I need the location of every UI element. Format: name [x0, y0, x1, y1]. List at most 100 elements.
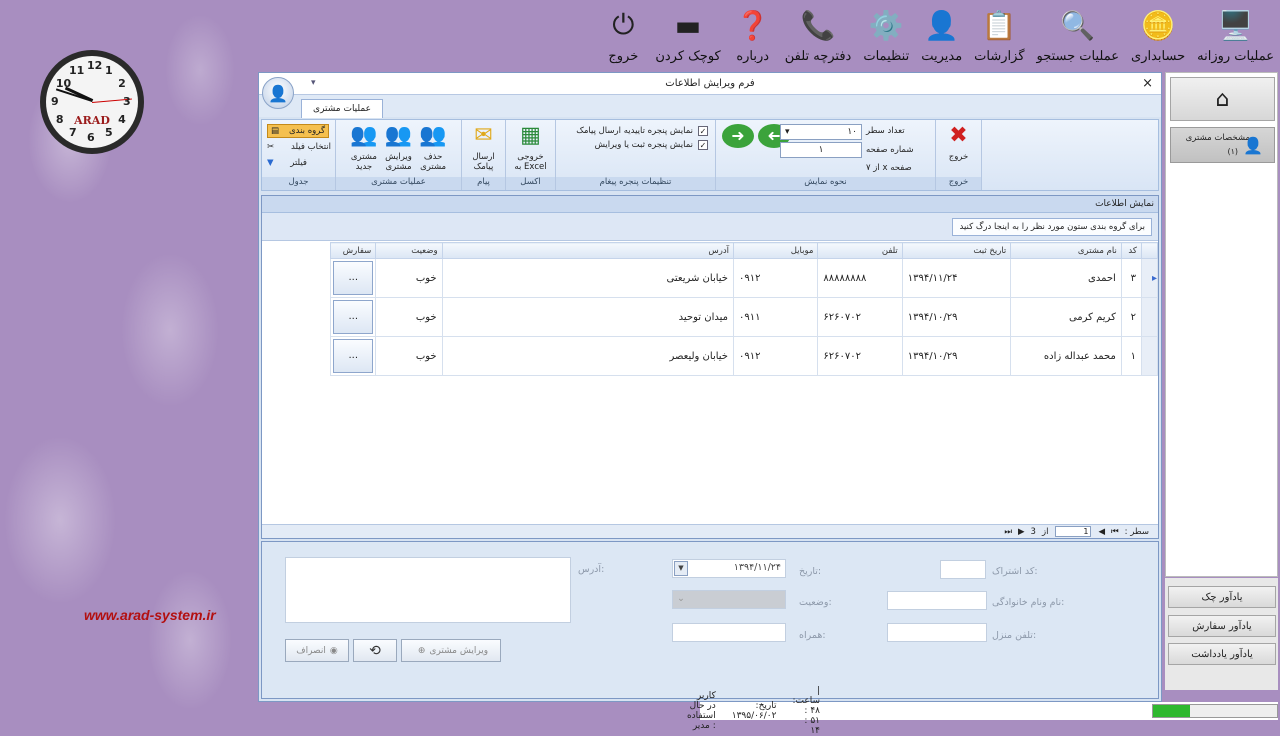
date-input[interactable]: ▼ ۱۳۹۴/۱۱/۲۴ [672, 559, 786, 578]
new-customer-button[interactable]: 👥 مشتری جدید [350, 122, 377, 172]
tab-customer-ops[interactable]: عملیات مشتری [301, 99, 383, 118]
sms-confirm-checkbox[interactable]: ✓ نمایش پنجره تاییدیه ارسال پیامک [563, 126, 708, 136]
reminder-note-button[interactable]: یادآور یادداشت [1168, 643, 1276, 665]
ribbon-group-message-settings: ✓ نمایش پنجره تاییدیه ارسال پیامک ✓ نمایش … [556, 120, 716, 190]
right-side-panel: ⌂ مشخصات مشتری (۱) 👤 [1165, 72, 1278, 577]
col-header-order[interactable]: سفارش [329, 242, 377, 259]
send-sms-button[interactable]: ✉ ارسال پیامک [472, 122, 494, 172]
cancel-button[interactable]: انصراف ◉ [285, 639, 349, 662]
home-button[interactable]: ⌂ [1170, 77, 1275, 121]
table-row[interactable]: ۲ کریم کرمی ۱۳۹۴/۱۰/۲۹ ۶۲۶۰۷۰۲ ۰۹۱۱ میدان توح… [329, 297, 1159, 337]
address-textarea[interactable] [285, 557, 571, 623]
prev-row-icon[interactable]: ◀ [1098, 527, 1105, 537]
mobile-input[interactable] [672, 623, 786, 642]
last-page-icon[interactable]: ⏭ [1004, 527, 1012, 537]
export-excel-button[interactable]: ▦ خروجی به Excel [514, 122, 546, 172]
app-orb-avatar-icon[interactable]: 👤 [262, 77, 294, 109]
register-window-checkbox[interactable]: ✓ نمایش پنجره ثبت یا ویرایش [563, 140, 708, 150]
table-header-row: کد نام مشتری تاریخ ثبت تلفن موبایل آدرس … [329, 242, 1159, 259]
filter-icon: ▼ [267, 158, 274, 168]
cell-date: ۱۳۹۴/۱۱/۲۴ [901, 258, 1012, 298]
clock-number: 4 [118, 113, 126, 126]
cell-date: ۱۳۹۴/۱۰/۲۹ [901, 336, 1012, 376]
row-selector[interactable]: ▸ [1140, 258, 1159, 298]
col-header-mobile[interactable]: موبایل [732, 242, 819, 259]
first-page-icon[interactable]: ⏮ [1111, 527, 1119, 537]
order-details-button[interactable]: ... [333, 300, 374, 334]
cell-mobile: ۰۹۱۱ [732, 297, 819, 337]
manager-icon: 👤 [924, 8, 960, 42]
next-row-icon[interactable]: ▶ [1018, 527, 1025, 537]
refresh-button[interactable]: ⟲ [353, 639, 397, 662]
top-menu-item-report[interactable]: 📋 گزارشات [968, 0, 1030, 68]
edit-customer-button[interactable]: 👥 ویرایش مشتری [385, 122, 412, 172]
exit-button[interactable]: ✖ خروج [949, 122, 969, 162]
home-phone-input[interactable] [887, 623, 987, 642]
col-header-date[interactable]: تاریخ ثبت [901, 242, 1012, 259]
row-selector[interactable] [1140, 297, 1159, 337]
top-menu-item-power[interactable]: ⏻ خروج [597, 0, 649, 68]
order-details-button[interactable]: ... [333, 339, 374, 373]
pager-current-input[interactable]: 1 [1055, 526, 1092, 537]
customer-spec-button[interactable]: مشخصات مشتری (۱) 👤 [1170, 127, 1275, 163]
col-header-address[interactable]: آدرس [441, 242, 734, 259]
status-label: وضعیت: [799, 597, 832, 608]
ribbon-group-display: ➜ ➜ ▾ ۱۰ تعداد سطر ۱ شماره صفحه ۷ از x صف… [716, 120, 936, 190]
col-header-code[interactable]: کد [1120, 242, 1142, 259]
clock-number: 9 [51, 95, 59, 108]
reminder-check-button[interactable]: یادآور چک [1168, 586, 1276, 608]
top-menu-item-coins[interactable]: 🪙 حسابداری [1125, 0, 1191, 68]
page-number-input[interactable]: ۱ [780, 142, 862, 158]
row-selector[interactable] [1140, 336, 1159, 376]
rows-count-label: تعداد سطر [866, 126, 905, 136]
clock-number: 6 [87, 131, 95, 144]
filter-button[interactable]: ▼ فیلتر [267, 156, 307, 170]
col-header-status[interactable]: وضعیت [375, 242, 443, 259]
quick-access-dropdown[interactable]: ▾ [311, 78, 316, 88]
customer-icon: 👤 [1243, 136, 1263, 155]
rows-count-select[interactable]: ▾ ۱۰ [780, 124, 862, 140]
window-title: فرم ویرایش اطلاعات [665, 78, 755, 89]
top-menu-item-minimize[interactable]: ▬ کوچک کردن [649, 0, 726, 68]
family-input[interactable] [887, 591, 987, 610]
clock-number: 3 [123, 95, 131, 108]
field-select-button[interactable]: ✂ انتخاب فیلد [267, 140, 331, 154]
clock-number: 10 [55, 77, 72, 90]
edit-customer-form-button[interactable]: ⊕ ویرایش مشتری [401, 639, 501, 662]
sub-code-input[interactable] [940, 560, 986, 579]
top-menu-item-manager[interactable]: 👤 مدیریت [915, 0, 968, 68]
cell-address: خیابان ولیعصر [441, 336, 734, 376]
table-row[interactable]: ۱ محمد عبداله زاده ۱۳۹۴/۱۰/۲۹ ۶۲۶۰۷۰۲ ۰۹۱۲ خی… [329, 336, 1159, 376]
clock-number: 11 [69, 63, 85, 77]
group-label-message: پیام [462, 177, 505, 190]
grid-panel-title: نمایش اطلاعات [262, 196, 1158, 213]
next-page-arrow-icon[interactable]: ➜ [722, 124, 754, 148]
group-label-display: نحوه نمایش [716, 177, 935, 190]
col-header-name[interactable]: نام مشتری [1010, 242, 1122, 259]
top-menu-item-phone[interactable]: 📞 دفترچه تلفن [779, 0, 858, 68]
top-menu-item-help[interactable]: ❓ درباره [727, 0, 779, 68]
delete-customer-button[interactable]: 👥 حذف مشتری [419, 122, 446, 172]
grouping-button[interactable]: ▤ گروه بندی [267, 124, 329, 138]
status-select[interactable]: ⌄ [672, 590, 786, 609]
close-icon[interactable]: × [1142, 76, 1153, 91]
gear-icon: ⚙️ [868, 8, 904, 42]
cell-code: ۱ [1120, 336, 1142, 376]
pager-total: 3 [1030, 526, 1036, 537]
date-dropdown-icon[interactable]: ▼ [674, 561, 688, 576]
top-menu-item-gear[interactable]: ⚙️ تنظیمات [857, 0, 915, 68]
table-row[interactable]: ▸ ۳ احمدی ۱۳۹۴/۱۱/۲۴ ۸۸۸۸۸۸۸۸ ۰۹۱۲ خیابان شریع… [329, 258, 1159, 298]
group-by-area[interactable]: برای گروه بندی ستون مورد نظر را به اینجا… [262, 213, 1158, 241]
status-user: کاربر در حال استفاده : مدیر [686, 691, 716, 731]
top-menu-item-magnifier[interactable]: 🔍 عملیات جستجو [1031, 0, 1126, 68]
col-header-phone[interactable]: تلفن [817, 242, 903, 259]
website-link[interactable]: www.arad-system.ir [84, 607, 216, 623]
clock-number: 8 [55, 113, 64, 126]
top-menu-item-daily-ops[interactable]: 🖥️ عملیات روزانه [1191, 0, 1280, 68]
reminder-order-button[interactable]: یادآور سفارش [1168, 615, 1276, 637]
cell-status: خوب [375, 336, 443, 376]
power-icon: ⏻ [612, 8, 635, 41]
chevron-down-icon: ⌄ [677, 593, 685, 604]
report-icon: 📋 [981, 8, 1017, 42]
order-details-button[interactable]: ... [333, 261, 374, 295]
